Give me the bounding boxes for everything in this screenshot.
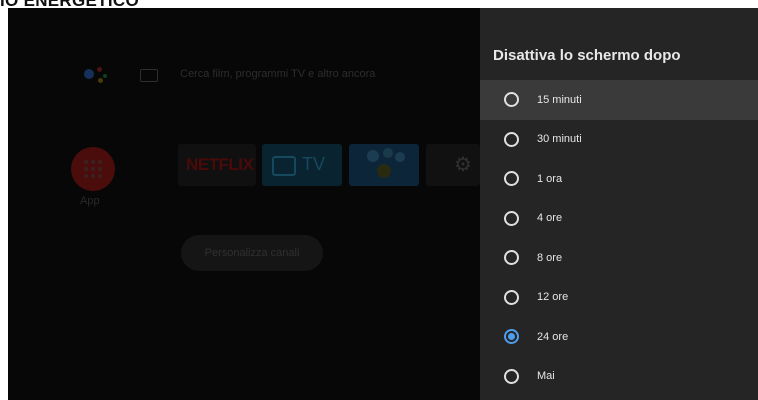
option-12-ore[interactable]: 12 ore bbox=[480, 278, 758, 318]
option-label: Mai bbox=[537, 370, 555, 383]
settings-tile[interactable]: ⚙ bbox=[426, 144, 480, 186]
home-screen-dimmed: Cerca film, programmi TV e altro ancora … bbox=[8, 8, 480, 400]
radio-button[interactable] bbox=[504, 171, 519, 187]
netflix-logo: NETFLIX bbox=[186, 155, 254, 174]
option-label: 1 ora bbox=[537, 172, 563, 185]
tv-screen: Cerca film, programmi TV e altro ancora … bbox=[8, 8, 758, 400]
page: IO ENERGETICO Cerca film, programmi TV e… bbox=[0, 0, 758, 400]
apps-button[interactable] bbox=[71, 147, 115, 191]
option-mai[interactable]: Mai bbox=[480, 357, 758, 397]
radio-button[interactable] bbox=[504, 92, 519, 108]
tv-tile[interactable]: TV bbox=[262, 144, 342, 186]
option-24-ore[interactable]: 24 ore bbox=[480, 317, 758, 357]
tv-tile-label: TV bbox=[302, 154, 326, 174]
radio-button[interactable] bbox=[504, 368, 519, 384]
search-hint[interactable]: Cerca film, programmi TV e altro ancora bbox=[180, 68, 375, 80]
netflix-tile[interactable]: NETFLIX bbox=[178, 144, 256, 186]
option-8-ore[interactable]: 8 ore bbox=[480, 238, 758, 278]
apps-grid-icon bbox=[84, 160, 102, 178]
kids-app-icon bbox=[367, 150, 379, 162]
option-label: 24 ore bbox=[537, 330, 569, 343]
radio-button[interactable] bbox=[504, 210, 519, 226]
apps-label: App bbox=[80, 195, 100, 207]
option-15-minuti[interactable]: 15 minuti bbox=[480, 80, 758, 120]
google-assistant-icon[interactable] bbox=[80, 64, 110, 90]
option-1-ora[interactable]: 1 ora bbox=[480, 159, 758, 199]
tv-icon bbox=[272, 156, 296, 176]
gear-icon: ⚙ bbox=[454, 154, 472, 176]
panel-title: Disattiva lo schermo dopo bbox=[493, 47, 681, 64]
option-label: 8 ore bbox=[537, 251, 563, 264]
screen-timeout-panel: Disattiva lo schermo dopo 15 minuti 30 m… bbox=[480, 8, 758, 400]
radio-button[interactable] bbox=[504, 250, 519, 266]
timeout-options-list: 15 minuti 30 minuti 1 ora 4 ore 8 ore 12… bbox=[480, 80, 758, 396]
option-label: 15 minuti bbox=[537, 93, 582, 106]
option-label: 30 minuti bbox=[537, 133, 582, 146]
radio-button[interactable] bbox=[504, 329, 519, 345]
option-label: 4 ore bbox=[537, 212, 563, 225]
radio-button[interactable] bbox=[504, 131, 519, 147]
option-30-minuti[interactable]: 30 minuti bbox=[480, 120, 758, 160]
customize-channels-button[interactable]: Personalizza canali bbox=[181, 235, 323, 271]
option-4-ore[interactable]: 4 ore bbox=[480, 199, 758, 239]
keyboard-icon[interactable] bbox=[140, 69, 158, 82]
option-label: 12 ore bbox=[537, 291, 569, 304]
radio-button[interactable] bbox=[504, 289, 519, 305]
kids-app-tile[interactable] bbox=[349, 144, 419, 186]
